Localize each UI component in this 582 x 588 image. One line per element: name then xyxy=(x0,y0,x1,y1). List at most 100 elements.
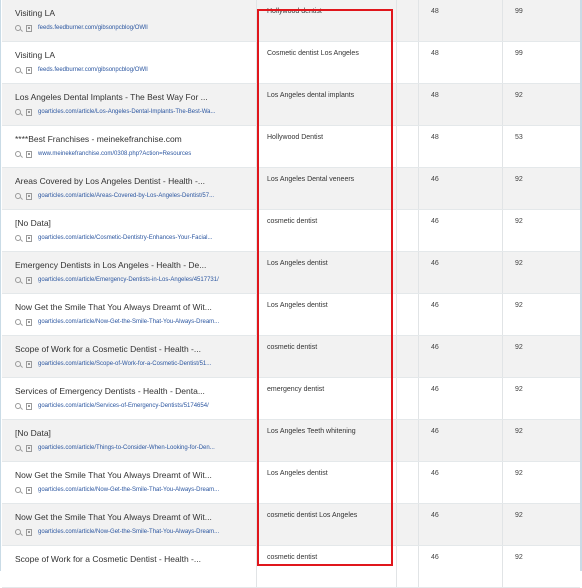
page-icon[interactable] xyxy=(26,150,32,158)
page-icon[interactable] xyxy=(26,402,32,410)
blank-cell xyxy=(397,378,419,419)
keyword-cell: Hollywood Dentist xyxy=(257,126,397,167)
row-keyword: Cosmetic dentist Los Angeles xyxy=(267,50,359,57)
magnifier-icon[interactable] xyxy=(15,67,21,73)
url-line: feeds.feedburner.com/gibsonpcblog/OWll xyxy=(15,65,148,75)
row-url-link[interactable]: www.meinekefranchise.com/0308.php?Action… xyxy=(38,151,191,157)
magnifier-icon[interactable] xyxy=(15,403,21,409)
keyword-cell: cosmetic dentist xyxy=(257,336,397,377)
row-metric-b: 92 xyxy=(515,554,523,561)
metric-a-cell: 46 xyxy=(419,420,503,461)
row-url-link[interactable]: goarticles.com/article/Things-to-Conside… xyxy=(38,445,215,451)
magnifier-icon[interactable] xyxy=(15,193,21,199)
url-line: goarticles.com/article/Cosmetic-Dentistr… xyxy=(15,233,213,243)
magnifier-icon[interactable] xyxy=(15,235,21,241)
page-icon[interactable] xyxy=(26,192,32,200)
row-title: Scope of Work for a Cosmetic Dentist - H… xyxy=(15,554,201,564)
keyword-cell: Los Angeles dentist xyxy=(257,252,397,293)
magnifier-icon[interactable] xyxy=(15,151,21,157)
keyword-cell: Cosmetic dentist Los Angeles xyxy=(257,42,397,83)
row-title: Services of Emergency Dentists - Health … xyxy=(15,386,205,396)
page-icon[interactable] xyxy=(26,66,32,74)
magnifier-icon[interactable] xyxy=(15,25,21,31)
row-title: ****Best Franchises - meinekefranchise.c… xyxy=(15,134,182,144)
magnifier-icon[interactable] xyxy=(15,361,21,367)
metric-b-cell: 92 xyxy=(503,336,580,377)
row-title: Emergency Dentists in Los Angeles - Heal… xyxy=(15,260,207,270)
keyword-cell: Hollywood dentist xyxy=(257,0,397,41)
blank-cell xyxy=(397,84,419,125)
title-cell: ****Best Franchises - meinekefranchise.c… xyxy=(2,126,257,167)
row-url-link[interactable]: goarticles.com/article/Scope-of-Work-for… xyxy=(38,361,211,367)
title-cell: Scope of Work for a Cosmetic Dentist - H… xyxy=(2,336,257,377)
row-keyword: Los Angeles dental implants xyxy=(267,92,355,99)
page-icon[interactable] xyxy=(26,24,32,32)
page-icon[interactable] xyxy=(26,234,32,242)
url-line: feeds.feedburner.com/gibsonpcblog/OWll xyxy=(15,23,148,33)
row-metric-a: 46 xyxy=(431,218,439,225)
row-metric-b: 92 xyxy=(515,512,523,519)
table-row: Scope of Work for a Cosmetic Dentist - H… xyxy=(2,546,580,588)
row-metric-b: 92 xyxy=(515,302,523,309)
row-url-link[interactable]: goarticles.com/article/Cosmetic-Dentistr… xyxy=(38,235,213,241)
magnifier-icon[interactable] xyxy=(15,529,21,535)
row-url-link[interactable]: feeds.feedburner.com/gibsonpcblog/OWll xyxy=(38,67,148,73)
magnifier-icon[interactable] xyxy=(15,277,21,283)
row-url-link[interactable]: goarticles.com/article/Now-Get-the-Smile… xyxy=(38,529,219,535)
url-line: goarticles.com/article/Things-to-Conside… xyxy=(15,443,215,453)
url-line: goarticles.com/article/Emergency-Dentist… xyxy=(15,275,219,285)
metric-a-cell: 46 xyxy=(419,336,503,377)
metric-b-cell: 92 xyxy=(503,210,580,251)
keyword-cell: Los Angeles Dental veneers xyxy=(257,168,397,209)
metric-a-cell: 46 xyxy=(419,252,503,293)
table-row: Now Get the Smile That You Always Dreamt… xyxy=(2,504,580,546)
row-url-link[interactable]: goarticles.com/article/Now-Get-the-Smile… xyxy=(38,319,219,325)
row-url-link[interactable]: goarticles.com/article/Emergency-Dentist… xyxy=(38,277,219,283)
row-title: Areas Covered by Los Angeles Dentist - H… xyxy=(15,176,205,186)
row-url-link[interactable]: goarticles.com/article/Los-Angeles-Denta… xyxy=(38,109,216,115)
magnifier-icon[interactable] xyxy=(15,487,21,493)
row-keyword: cosmetic dentist xyxy=(267,344,318,351)
row-url-link[interactable]: goarticles.com/article/Areas-Covered-by-… xyxy=(38,193,214,199)
url-line: goarticles.com/article/Now-Get-the-Smile… xyxy=(15,317,219,327)
row-title: [No Data] xyxy=(15,218,51,228)
magnifier-icon[interactable] xyxy=(15,445,21,451)
row-title: Los Angeles Dental Implants - The Best W… xyxy=(15,92,208,102)
title-cell: Now Get the Smile That You Always Dreamt… xyxy=(2,462,257,503)
table-row: Visiting LA feeds.feedburner.com/gibsonp… xyxy=(2,42,580,84)
url-line: www.meinekefranchise.com/0308.php?Action… xyxy=(15,149,191,159)
row-title: Visiting LA xyxy=(15,8,56,18)
metric-a-cell: 46 xyxy=(419,210,503,251)
row-url-link[interactable]: goarticles.com/article/Now-Get-the-Smile… xyxy=(38,487,219,493)
magnifier-icon[interactable] xyxy=(15,109,21,115)
page-icon[interactable] xyxy=(26,108,32,116)
metric-b-cell: 92 xyxy=(503,294,580,335)
row-url-link[interactable]: goarticles.com/article/Services-of-Emerg… xyxy=(38,403,209,409)
table-row: Visiting LA feeds.feedburner.com/gibsonp… xyxy=(2,0,580,42)
title-cell: Emergency Dentists in Los Angeles - Heal… xyxy=(2,252,257,293)
metric-a-cell: 46 xyxy=(419,462,503,503)
blank-cell xyxy=(397,546,419,587)
row-metric-b: 99 xyxy=(515,8,523,15)
page-icon[interactable] xyxy=(26,276,32,284)
row-url-link[interactable]: feeds.feedburner.com/gibsonpcblog/OWll xyxy=(38,25,148,31)
row-title: Now Get the Smile That You Always Dreamt… xyxy=(15,512,212,522)
row-metric-b: 92 xyxy=(515,428,523,435)
page-icon[interactable] xyxy=(26,444,32,452)
blank-cell xyxy=(397,252,419,293)
page-icon[interactable] xyxy=(26,528,32,536)
row-metric-b: 92 xyxy=(515,260,523,267)
row-metric-b: 92 xyxy=(515,344,523,351)
title-cell: Now Get the Smile That You Always Dreamt… xyxy=(2,294,257,335)
row-keyword: Los Angeles Teeth whitening xyxy=(267,428,356,435)
title-cell: Scope of Work for a Cosmetic Dentist - H… xyxy=(2,546,257,587)
metric-a-cell: 48 xyxy=(419,84,503,125)
page-icon[interactable] xyxy=(26,486,32,494)
url-line: goarticles.com/article/Scope-of-Work-for… xyxy=(15,359,211,369)
metric-a-cell: 48 xyxy=(419,42,503,83)
page-icon[interactable] xyxy=(26,360,32,368)
magnifier-icon[interactable] xyxy=(15,319,21,325)
row-metric-a: 48 xyxy=(431,134,439,141)
page-icon[interactable] xyxy=(26,318,32,326)
row-keyword: cosmetic dentist Los Angeles xyxy=(267,512,358,519)
